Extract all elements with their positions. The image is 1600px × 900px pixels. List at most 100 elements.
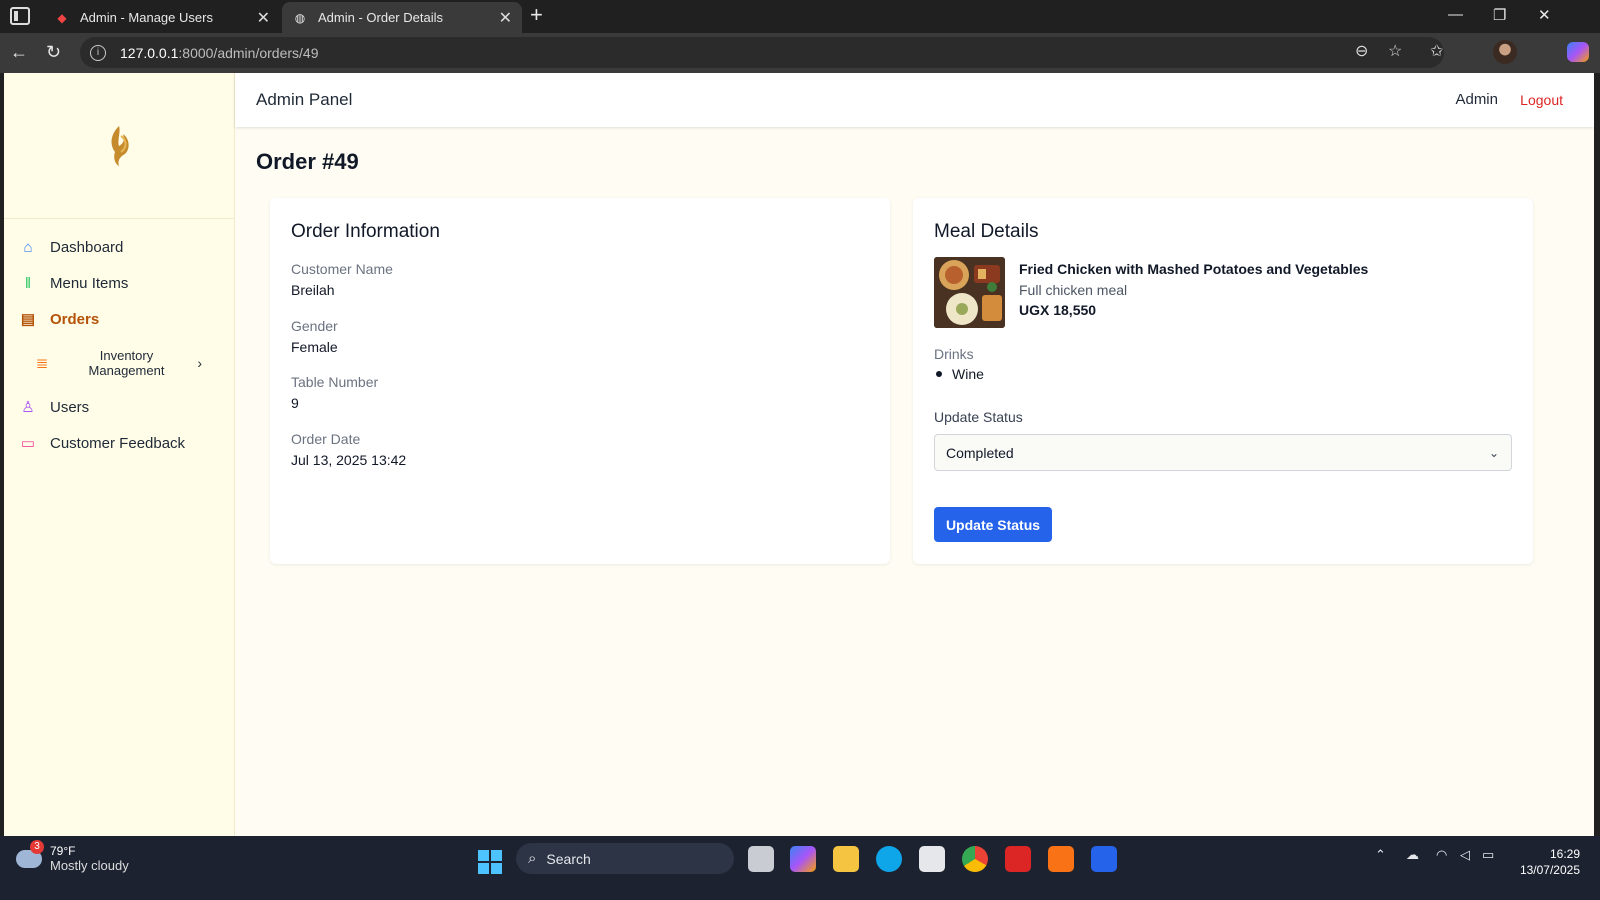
drink-name: Wine bbox=[952, 366, 984, 382]
field-value: Female bbox=[291, 339, 338, 355]
sidebar-item-dashboard[interactable]: ⌂ Dashboard bbox=[4, 229, 234, 265]
clock-time: 16:29 bbox=[1549, 847, 1580, 861]
chrome-icon[interactable] bbox=[962, 846, 988, 872]
vscode-icon[interactable] bbox=[1091, 846, 1117, 872]
sidebar-item-users[interactable]: ♙ Users bbox=[4, 389, 234, 425]
browser-tab-bar: ◆ Admin - Manage Users ✕ ◍ Admin - Order… bbox=[0, 0, 1600, 33]
meal-price: UGX 18,550 bbox=[1019, 302, 1097, 318]
meal-name: Fried Chicken with Mashed Potatoes and V… bbox=[1019, 261, 1369, 277]
sidebar-item-label: Dashboard bbox=[50, 238, 124, 256]
url-path: :8000/admin/orders/49 bbox=[178, 44, 319, 61]
home-icon: ⌂ bbox=[23, 238, 33, 256]
field-value: 9 bbox=[291, 395, 299, 411]
bullet-icon bbox=[936, 371, 942, 377]
weather-widget[interactable]: 3 79°F Mostly cloudy bbox=[16, 839, 129, 873]
update-status-button[interactable]: Update Status bbox=[934, 507, 1052, 542]
page-title: Order #49 bbox=[256, 149, 359, 174]
close-tab-icon[interactable]: ✕ bbox=[499, 8, 512, 28]
selected-status: Completed bbox=[946, 444, 1014, 461]
status-select[interactable]: Completed ⌄ bbox=[934, 434, 1512, 471]
app-brand: Admin Panel bbox=[256, 90, 353, 109]
user-icon: ♙ bbox=[21, 399, 35, 416]
site-info-icon[interactable]: i bbox=[90, 44, 106, 61]
favorite-star-icon[interactable]: ☆ bbox=[1388, 41, 1402, 61]
wifi-icon[interactable]: ◠ bbox=[1436, 847, 1447, 863]
address-bar[interactable]: i 127.0.0.1 :8000/admin/orders/49 bbox=[80, 37, 1444, 68]
refresh-icon[interactable]: ↻ bbox=[46, 42, 61, 63]
onedrive-icon[interactable]: ☁ bbox=[1406, 847, 1419, 863]
xampp-icon[interactable] bbox=[1048, 846, 1074, 872]
meal-description: Full chicken meal bbox=[1019, 282, 1128, 298]
list-item: Wine bbox=[934, 366, 984, 382]
top-header: Admin Panel Admin Logout bbox=[235, 73, 1594, 127]
minimize-icon[interactable]: — bbox=[1448, 6, 1463, 23]
table-number-field: Table Number 9 bbox=[291, 374, 378, 411]
card-heading: Order Information bbox=[291, 221, 440, 242]
laravel-favicon-icon: ◆ bbox=[57, 10, 67, 25]
windows-start-icon[interactable] bbox=[478, 850, 502, 874]
tab-actions-icon[interactable] bbox=[10, 7, 30, 25]
wps-icon[interactable] bbox=[1005, 846, 1031, 872]
meal-details-card: Meal Details Fried Chicken with Mashed P… bbox=[913, 198, 1533, 564]
search-icon: ⌕ bbox=[528, 850, 537, 867]
logo bbox=[4, 73, 234, 219]
url-host: 127.0.0.1 bbox=[120, 44, 179, 61]
sidebar-item-menu-items[interactable]: ‖ Menu Items bbox=[4, 265, 234, 301]
clipboard-icon: ▤ bbox=[20, 311, 36, 328]
profile-avatar[interactable] bbox=[1493, 40, 1517, 64]
chevron-down-icon: ⌄ bbox=[1488, 445, 1499, 460]
drinks-label: Drinks bbox=[934, 346, 974, 362]
card-heading: Meal Details bbox=[934, 221, 1039, 242]
copilot-app-icon[interactable] bbox=[790, 846, 816, 872]
browser-toolbar: ← ↻ i 127.0.0.1 :8000/admin/orders/49 ⊖ … bbox=[0, 33, 1600, 73]
chevron-right-icon: › bbox=[197, 355, 202, 371]
sidebar: ⌂ Dashboard ‖ Menu Items ▤ Orders ≣ Inve… bbox=[4, 73, 235, 848]
cloud-icon: 3 bbox=[16, 839, 44, 868]
system-clock[interactable]: 16:29 13/07/2025 bbox=[1520, 846, 1580, 878]
page-viewport: ⌂ Dashboard ‖ Menu Items ▤ Orders ≣ Inve… bbox=[4, 73, 1594, 848]
close-tab-icon[interactable]: ✕ bbox=[257, 8, 270, 28]
tab-title: Admin - Order Details bbox=[318, 10, 443, 25]
sidebar-item-label: Menu Items bbox=[50, 274, 129, 292]
zoom-icon[interactable]: ⊖ bbox=[1355, 41, 1368, 61]
logo-icon bbox=[111, 125, 129, 166]
taskbar: 3 79°F Mostly cloudy ⌕ Search ⌃ ☁ ◠ ◁ ▭ … bbox=[0, 836, 1600, 900]
sidebar-item-customer-feedback[interactable]: ▭ Customer Feedback bbox=[4, 425, 234, 461]
notification-badge: 3 bbox=[30, 839, 44, 854]
window-close-icon[interactable]: ✕ bbox=[1538, 6, 1551, 24]
new-tab-icon[interactable]: + bbox=[530, 4, 543, 26]
meal-photo bbox=[934, 257, 1005, 328]
back-icon[interactable]: ← bbox=[10, 42, 28, 63]
restore-icon[interactable]: ❐ bbox=[1493, 6, 1506, 24]
favorites-icon[interactable]: ✩ bbox=[1430, 41, 1443, 61]
field-label: Gender bbox=[291, 318, 338, 334]
volume-icon[interactable]: ◁ bbox=[1460, 847, 1470, 863]
logout-link[interactable]: Logout bbox=[1520, 92, 1563, 108]
show-hidden-icons-icon[interactable]: ⌃ bbox=[1375, 847, 1386, 863]
sidebar-item-label: Inventory Management bbox=[88, 348, 165, 378]
drinks-list: Wine bbox=[934, 366, 984, 382]
edge-icon[interactable] bbox=[876, 846, 902, 872]
clock-date: 13/07/2025 bbox=[1519, 863, 1580, 877]
field-label: Order Date bbox=[291, 431, 361, 447]
task-view-icon[interactable] bbox=[748, 846, 774, 872]
battery-icon[interactable]: ▭ bbox=[1482, 847, 1494, 863]
sidebar-item-inventory[interactable]: ≣ Inventory Management › bbox=[4, 337, 234, 389]
copilot-icon[interactable] bbox=[1567, 42, 1589, 62]
meal-image bbox=[934, 257, 1005, 328]
temperature: 79°F bbox=[50, 844, 76, 858]
taskbar-search[interactable]: ⌕ Search bbox=[516, 843, 734, 874]
field-value: Jul 13, 2025 13:42 bbox=[291, 452, 407, 468]
globe-icon: ◍ bbox=[294, 10, 306, 25]
tab-order-details[interactable]: ◍ Admin - Order Details ✕ bbox=[282, 2, 522, 33]
search-label: Search bbox=[546, 850, 591, 867]
store-icon[interactable] bbox=[919, 846, 945, 872]
tab-manage-users[interactable]: ◆ Admin - Manage Users ✕ bbox=[44, 2, 280, 33]
sidebar-item-label: Orders bbox=[50, 310, 100, 328]
file-explorer-icon[interactable] bbox=[833, 846, 859, 872]
field-label: Customer Name bbox=[291, 261, 393, 277]
sidebar-item-label: Customer Feedback bbox=[50, 434, 186, 452]
message-icon: ▭ bbox=[20, 435, 36, 452]
tab-title: Admin - Manage Users bbox=[80, 10, 213, 25]
sidebar-item-orders[interactable]: ▤ Orders bbox=[4, 301, 234, 337]
